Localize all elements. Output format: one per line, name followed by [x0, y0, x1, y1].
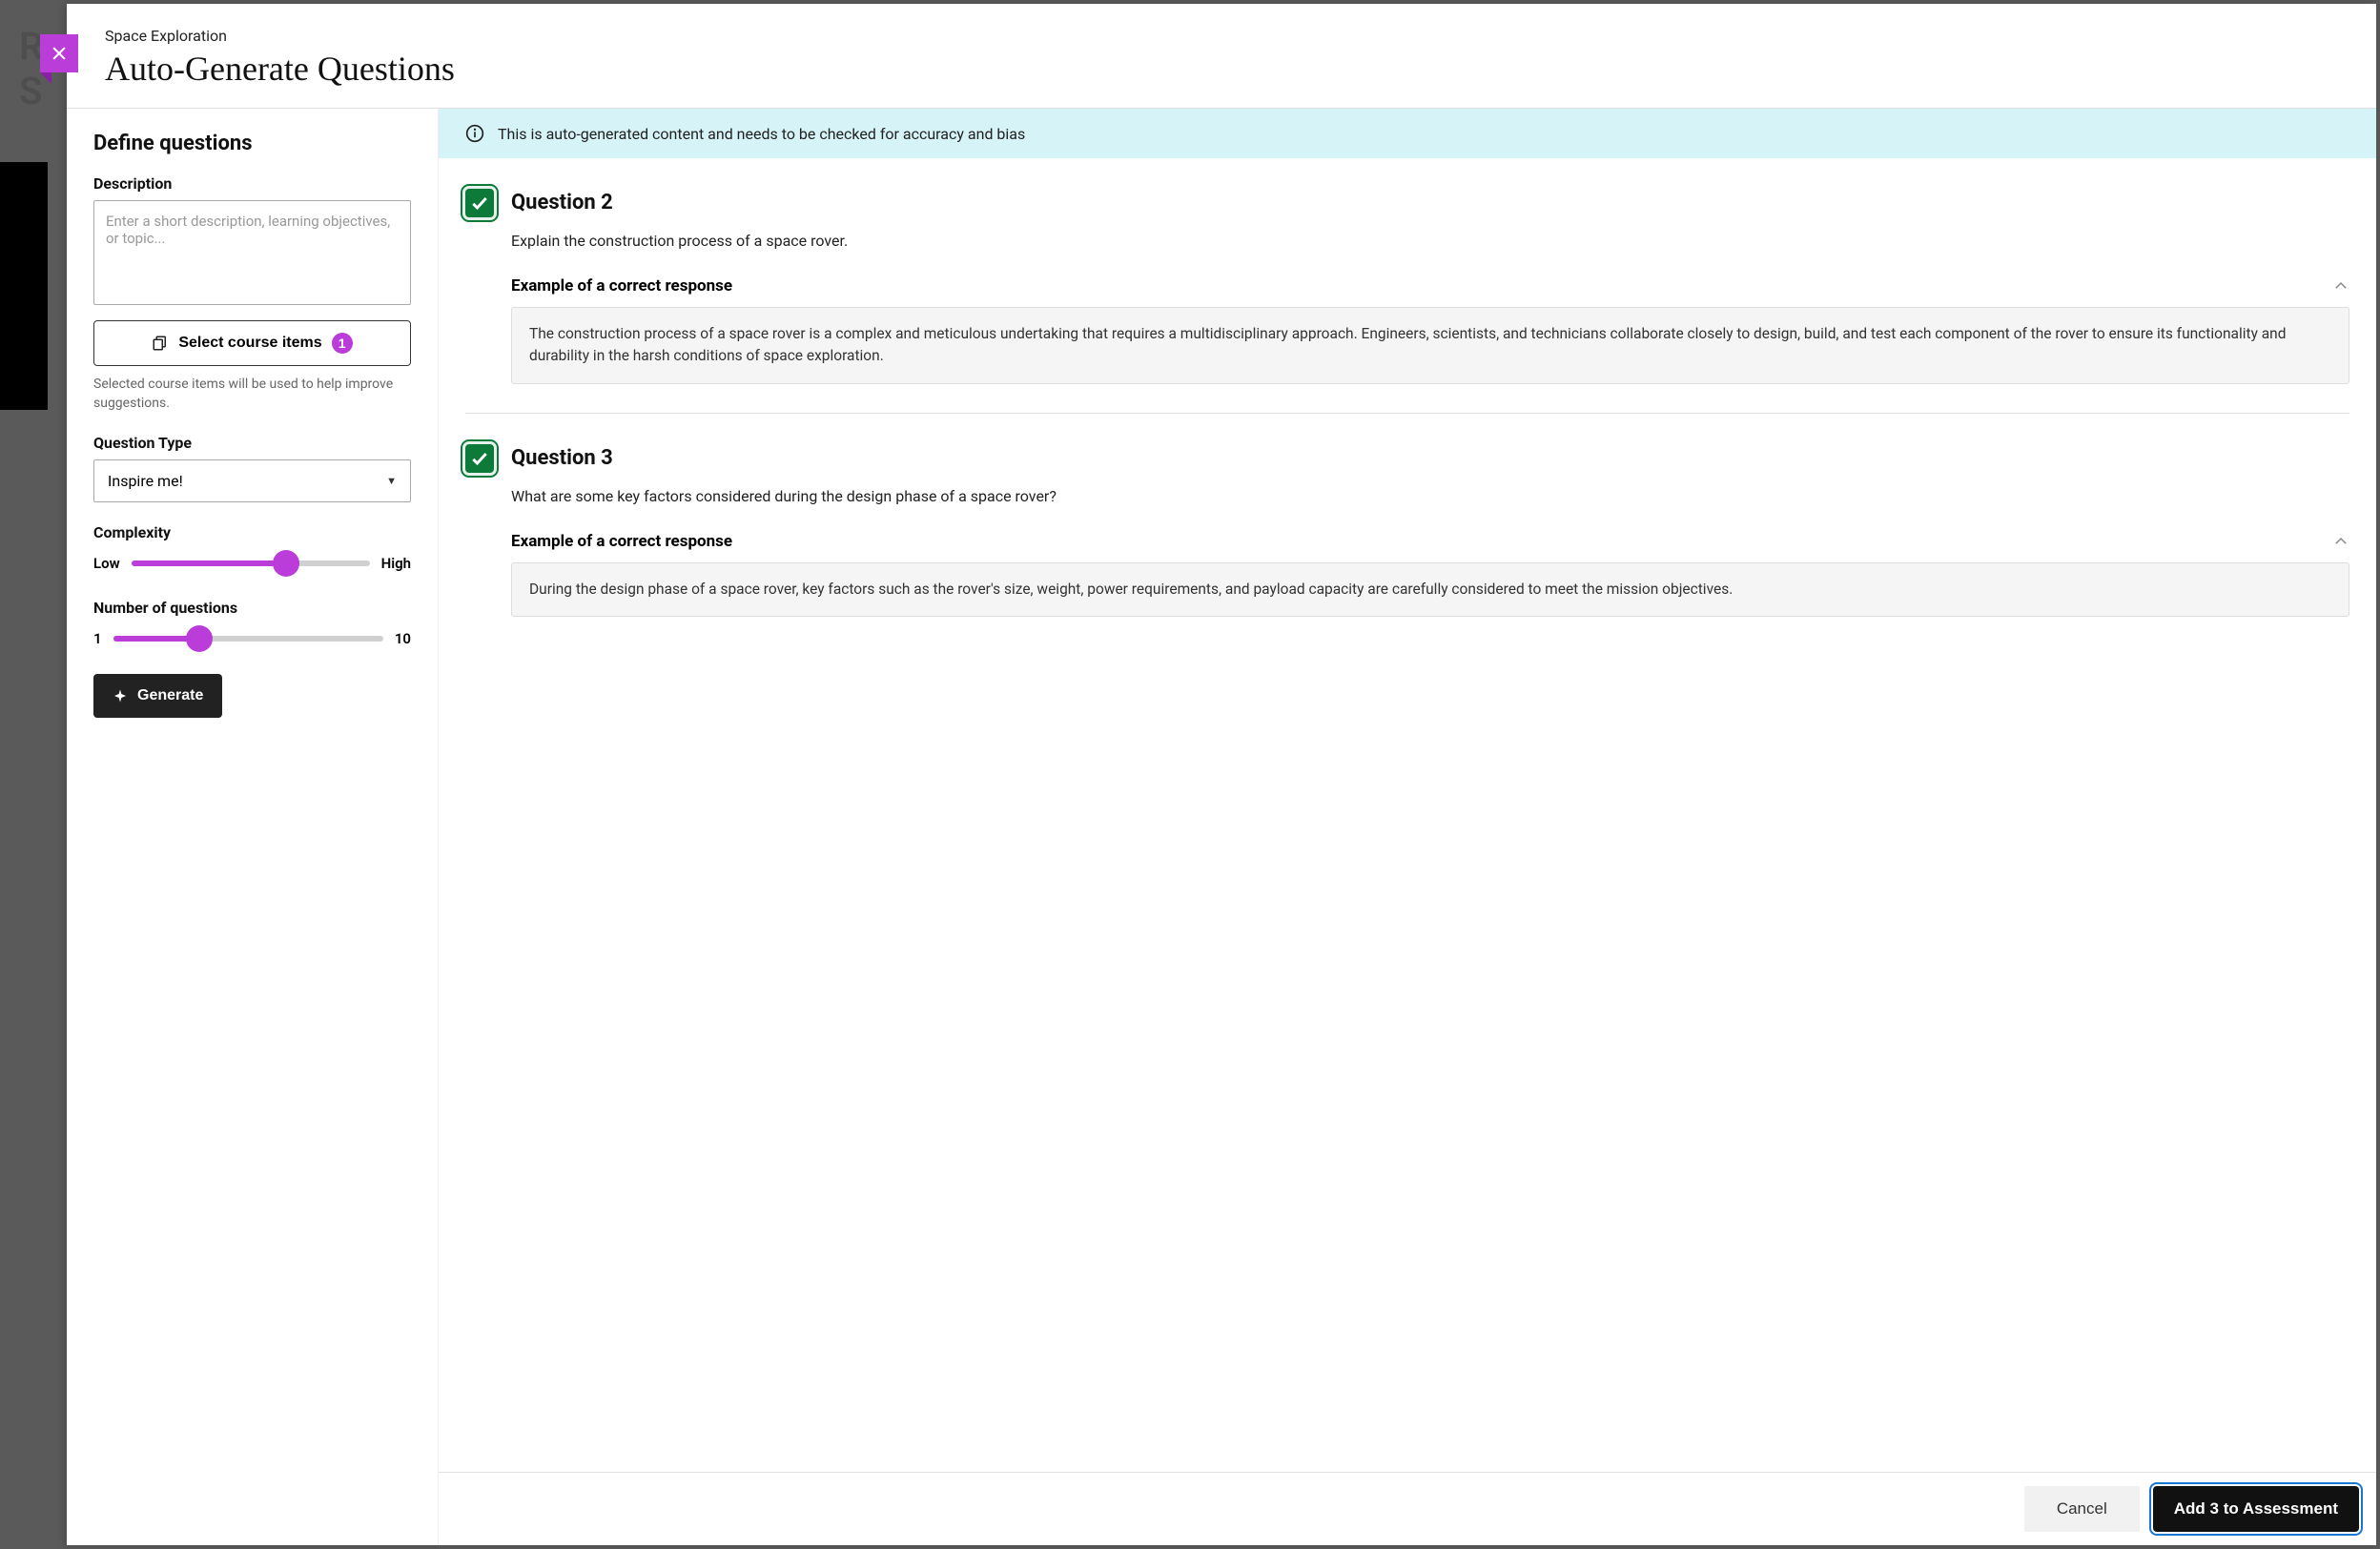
results-panel: This is auto-generated content and needs…: [439, 109, 2376, 1545]
modal-panel: Space Exploration Auto-Generate Question…: [67, 4, 2376, 1545]
page-title: Auto-Generate Questions: [105, 49, 2338, 89]
define-panel: Define questions Description Select cour…: [67, 109, 439, 1545]
question-type-label: Question Type: [93, 434, 411, 452]
question-type-value: Inspire me!: [108, 472, 183, 490]
select-course-items-label: Select course items: [178, 335, 321, 352]
question-checkbox[interactable]: [465, 444, 494, 473]
question-title: Question 2: [511, 191, 2349, 214]
modal-header: Space Exploration Auto-Generate Question…: [67, 4, 2376, 109]
num-min-label: 1: [93, 630, 102, 647]
check-icon: [470, 194, 489, 213]
complexity-slider[interactable]: [132, 549, 370, 578]
question-checkbox[interactable]: [465, 189, 494, 217]
background-accent: [0, 162, 48, 410]
example-response: The construction process of a space rove…: [511, 307, 2349, 384]
banner-text: This is auto-generated content and needs…: [498, 125, 1025, 143]
slider-thumb[interactable]: [186, 625, 213, 652]
auto-generated-banner: This is auto-generated content and needs…: [439, 109, 2376, 158]
select-items-help: Selected course items will be used to he…: [93, 376, 411, 413]
breadcrumb: Space Exploration: [105, 27, 2338, 45]
define-title: Define questions: [93, 132, 411, 155]
description-label: Description: [93, 174, 411, 193]
info-icon: [465, 124, 484, 143]
complexity-label: Complexity: [93, 523, 411, 541]
sparkle-icon: [113, 688, 128, 703]
num-questions-slider[interactable]: [113, 624, 383, 653]
description-input[interactable]: [93, 200, 411, 305]
example-toggle[interactable]: Example of a correct response: [511, 276, 2349, 296]
example-response: During the design phase of a space rover…: [511, 562, 2349, 617]
question-prompt: What are some key factors considered dur…: [511, 487, 2349, 505]
example-label: Example of a correct response: [511, 276, 732, 296]
complexity-high-label: High: [381, 555, 411, 572]
chevron-up-icon: [2332, 533, 2349, 550]
question-title: Question 3: [511, 446, 2349, 470]
example-toggle[interactable]: Example of a correct response: [511, 532, 2349, 551]
copy-icon: [152, 335, 169, 352]
slider-thumb[interactable]: [273, 550, 299, 577]
num-max-label: 10: [395, 630, 411, 647]
close-icon: [50, 44, 69, 63]
question-type-select[interactable]: Inspire me! ▼: [93, 459, 411, 502]
question-prompt: Explain the construction process of a sp…: [511, 232, 2349, 250]
modal-footer: Cancel Add 3 to Assessment: [439, 1472, 2376, 1545]
chevron-down-icon: ▼: [386, 475, 397, 487]
select-course-items-button[interactable]: Select course items 1: [93, 320, 411, 366]
questions-scroll[interactable]: Question 2 Explain the construction proc…: [439, 158, 2376, 1472]
generate-button[interactable]: Generate: [93, 674, 222, 718]
generate-label: Generate: [137, 687, 203, 704]
chevron-up-icon: [2332, 277, 2349, 295]
num-questions-label: Number of questions: [93, 599, 411, 617]
cancel-button[interactable]: Cancel: [2024, 1486, 2140, 1532]
slider-fill: [132, 560, 286, 566]
selected-count-badge: 1: [332, 333, 353, 354]
check-icon: [470, 449, 489, 468]
question-card: Question 2 Explain the construction proc…: [465, 158, 2349, 413]
question-card: Question 3 What are some key factors con…: [465, 413, 2349, 645]
complexity-low-label: Low: [93, 555, 120, 572]
example-label: Example of a correct response: [511, 532, 732, 551]
close-button[interactable]: [40, 34, 78, 72]
add-to-assessment-button[interactable]: Add 3 to Assessment: [2153, 1486, 2359, 1532]
